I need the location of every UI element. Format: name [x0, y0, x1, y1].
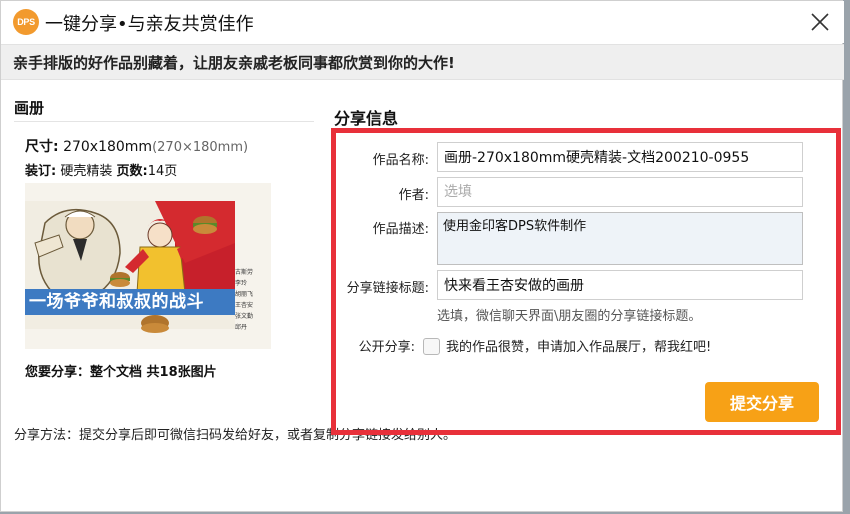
title-bar: DPS 一键分享•与亲友共赏佳作: [1, 1, 844, 43]
pages-label: 页数:: [116, 164, 148, 179]
window-title: 一键分享•与亲友共赏佳作: [45, 14, 254, 35]
share-info-title: 分享信息: [334, 109, 399, 128]
binding-value: 硬壳精装: [60, 164, 113, 179]
credit-line: 胡丽飞: [235, 291, 254, 298]
close-button[interactable]: [807, 9, 833, 35]
cover-credits: 古斯劳 李玲 胡丽飞 王杏安 张文勤 邱丹: [235, 267, 265, 333]
cover-thumbnail: 一场爷爷和叔叔的战斗 古斯劳 李玲 胡丽飞 王杏安 张文勤 邱丹: [25, 183, 271, 349]
size-sub: (270×180mm): [152, 140, 249, 155]
spec-size: 尺寸: 270x180mm(270×180mm): [25, 136, 248, 156]
credit-line: 王杏安: [235, 302, 254, 309]
banner-text: 亲手排版的好作品别藏着，让朋友亲戚老板同事都欣赏到你的大作!: [13, 54, 455, 72]
credit-line: 古斯劳: [235, 269, 254, 276]
close-icon: [811, 13, 829, 31]
pages-value: 14页: [147, 164, 178, 179]
album-section-title: 画册: [14, 99, 45, 117]
share-dialog: DPS 一键分享•与亲友共赏佳作 亲手排版的好作品别藏着，让朋友亲戚老板同事都欣…: [0, 0, 844, 512]
size-value: 270x180mm: [63, 139, 153, 155]
credit-line: 张文勤: [235, 313, 254, 320]
cover-title: 一场爷爷和叔叔的战斗: [25, 289, 235, 315]
binding-label: 装订:: [25, 164, 57, 179]
section-divider: [14, 121, 314, 122]
spec-binding: 装订: 硬壳精装 页数:14页: [25, 160, 177, 179]
share-form-highlight: [331, 128, 841, 435]
size-label: 尺寸:: [25, 139, 59, 155]
share-count: 您要分享：整个文档 共18张图片: [25, 365, 217, 380]
promo-banner: 亲手排版的好作品别藏着，让朋友亲戚老板同事都欣赏到你的大作!: [1, 44, 844, 80]
dps-logo: DPS: [13, 9, 39, 35]
credit-line: 邱丹: [235, 324, 248, 331]
credit-line: 李玲: [235, 280, 248, 287]
